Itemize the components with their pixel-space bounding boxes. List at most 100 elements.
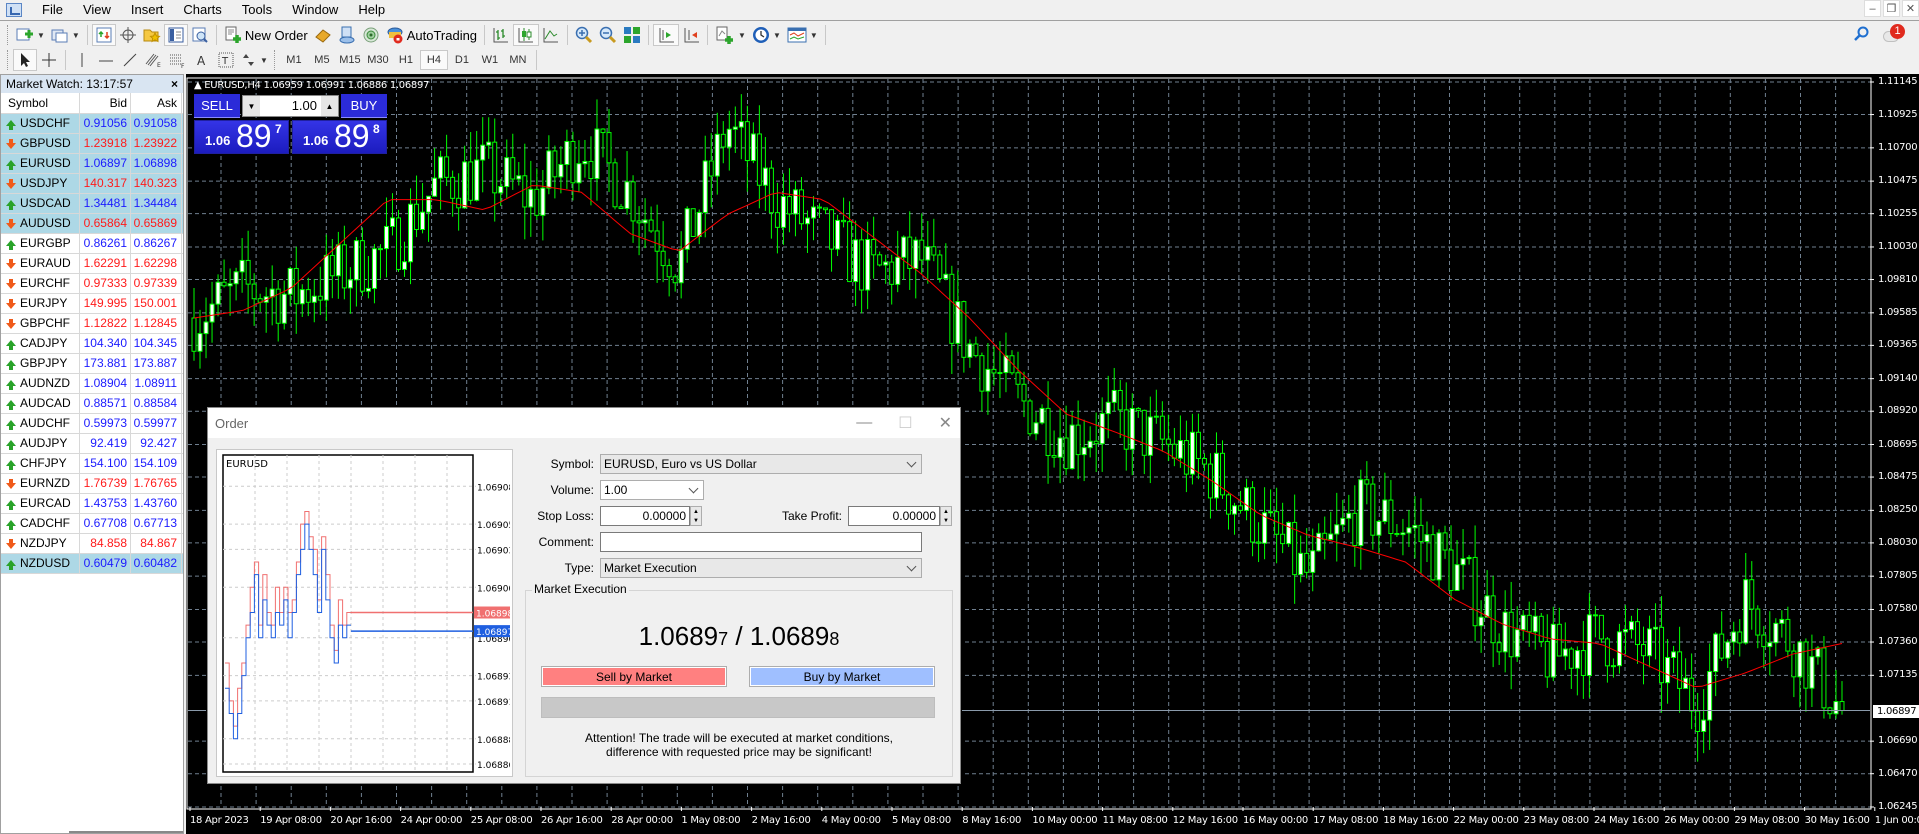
take-profit-input[interactable]: 0.00000	[848, 506, 940, 526]
sell-by-market-button[interactable]: Sell by Market	[541, 666, 727, 687]
one-click-buy-button[interactable]: BUY	[341, 94, 387, 118]
market-watch-row[interactable]: EURCHF 0.97333 0.97339	[1, 274, 183, 294]
signals-button[interactable]	[359, 24, 383, 46]
periods-button[interactable]: ▼	[749, 24, 784, 46]
maximize-icon[interactable]: ☐	[898, 413, 912, 433]
fibonacci-button[interactable]: F	[166, 49, 190, 71]
column-ask[interactable]: Ask	[131, 93, 182, 113]
navigator-button[interactable]	[140, 24, 164, 46]
menu-tools[interactable]: Tools	[232, 0, 282, 20]
crosshair-button[interactable]	[37, 49, 61, 71]
equidistant-channel-button[interactable]: E	[142, 49, 166, 71]
menu-file[interactable]: File	[32, 0, 73, 20]
menu-window[interactable]: Window	[282, 0, 348, 20]
profiles-button[interactable]: ▼	[48, 24, 83, 46]
minimize-icon[interactable]: —	[856, 414, 872, 432]
order-type-select[interactable]: Market Execution	[600, 558, 922, 578]
take-profit-spinner[interactable]: ▲ ▼	[940, 506, 952, 526]
timeframe-m15[interactable]: M15	[336, 50, 364, 70]
timeframe-mn[interactable]: MN	[504, 50, 532, 70]
market-watch-row[interactable]: GBPUSD 1.23918 1.23922	[1, 134, 183, 154]
cursor-button[interactable]	[13, 49, 37, 71]
market-watch-row[interactable]: CHFJPY 154.100 154.109	[1, 454, 183, 474]
notifications-button[interactable]: 1	[1883, 24, 1905, 44]
chart-shift-button[interactable]	[679, 24, 703, 46]
market-watch-row[interactable]: EURUSD 1.06897 1.06898	[1, 154, 183, 174]
menu-help[interactable]: Help	[348, 0, 395, 20]
one-click-buy-price[interactable]: 1.06 89 8	[292, 118, 387, 154]
market-watch-row[interactable]: EURAUD 1.62291 1.62298	[1, 254, 183, 274]
horizontal-line-button[interactable]	[94, 49, 118, 71]
autotrading-button[interactable]: AutoTrading	[383, 24, 480, 46]
one-click-sell-button[interactable]: SELL	[194, 94, 240, 118]
column-symbol[interactable]: Symbol	[1, 93, 80, 113]
zoom-out-button[interactable]	[596, 24, 620, 46]
vps-button[interactable]	[335, 24, 359, 46]
collapse-icon[interactable]: ▲	[194, 80, 204, 91]
market-watch-row[interactable]: AUDNZD 1.08904 1.08911	[1, 374, 183, 394]
tile-windows-button[interactable]	[620, 24, 644, 46]
terminal-button[interactable]	[163, 24, 188, 46]
market-watch-row[interactable]: EURCAD 1.43753 1.43760	[1, 494, 183, 514]
volume-decrease-button[interactable]: ▼	[243, 96, 260, 116]
vertical-line-button[interactable]	[70, 49, 94, 71]
timeframe-d1[interactable]: D1	[448, 50, 476, 70]
timeframe-w1[interactable]: W1	[476, 50, 504, 70]
menu-insert[interactable]: Insert	[121, 0, 174, 20]
close-icon[interactable]: ✕	[1902, 0, 1919, 17]
menu-charts[interactable]: Charts	[173, 0, 231, 20]
restore-icon[interactable]: ❐	[1883, 0, 1900, 17]
toolbar-grip[interactable]	[7, 50, 10, 70]
toolbar-grip[interactable]	[7, 25, 10, 45]
market-watch-row[interactable]: AUDJPY 92.419 92.427	[1, 434, 183, 454]
text-label-button[interactable]: T	[214, 49, 238, 71]
volume-increase-button[interactable]: ▲	[321, 96, 338, 116]
market-watch-row[interactable]: CADJPY 104.340 104.345	[1, 334, 183, 354]
column-bid[interactable]: Bid	[80, 93, 131, 113]
market-watch-row[interactable]: NZDUSD 0.60479 0.60482	[1, 554, 183, 574]
market-watch-row[interactable]: AUDCHF 0.59973 0.59977	[1, 414, 183, 434]
market-watch-row[interactable]: USDJPY 140.317 140.323	[1, 174, 183, 194]
market-watch-row[interactable]: GBPJPY 173.881 173.887	[1, 354, 183, 374]
volume-select[interactable]: 1.00	[600, 480, 704, 500]
line-chart-button[interactable]	[539, 24, 563, 46]
market-watch-row[interactable]: EURJPY 149.995 150.001	[1, 294, 183, 314]
comment-input[interactable]	[600, 532, 922, 552]
market-watch-button[interactable]	[91, 24, 116, 46]
timeframe-h1[interactable]: H1	[392, 50, 420, 70]
stop-loss-spinner[interactable]: ▲ ▼	[690, 506, 702, 526]
market-watch-row[interactable]: NZDJPY 84.858 84.867	[1, 534, 183, 554]
indicators-button[interactable]: ▼	[712, 24, 749, 46]
close-icon[interactable]: ✕	[939, 413, 952, 433]
volume-input[interactable]: 1.00	[260, 96, 321, 116]
templates-button[interactable]: ▼	[784, 24, 821, 46]
buy-by-market-button[interactable]: Buy by Market	[749, 666, 935, 687]
minimize-icon[interactable]: –	[1864, 0, 1881, 17]
new-chart-button[interactable]: ▼	[13, 24, 48, 46]
market-watch-row[interactable]: CADCHF 0.67708 0.67713	[1, 514, 183, 534]
market-watch-row[interactable]: EURNZD 1.76739 1.76765	[1, 474, 183, 494]
strategy-tester-button[interactable]	[188, 24, 212, 46]
horizontal-scrollbar[interactable]	[69, 831, 183, 833]
market-watch-row[interactable]: USDCAD 1.34481 1.34484	[1, 194, 183, 214]
trendline-button[interactable]	[118, 49, 142, 71]
close-icon[interactable]: ×	[171, 77, 178, 91]
candlestick-chart-button[interactable]	[513, 24, 540, 46]
zoom-in-button[interactable]	[572, 24, 596, 46]
order-dialog-titlebar[interactable]: Order — ☐ ✕	[208, 408, 960, 438]
market-watch-row[interactable]: AUDUSD 0.65864 0.65869	[1, 214, 183, 234]
metaeditor-button[interactable]	[311, 24, 335, 46]
market-watch-row[interactable]: USDCHF 0.91056 0.91058	[1, 114, 183, 134]
auto-scroll-button[interactable]	[653, 24, 680, 46]
menu-view[interactable]: View	[73, 0, 121, 20]
timeframe-h4[interactable]: H4	[419, 50, 448, 70]
search-icon[interactable]	[1853, 26, 1869, 42]
text-button[interactable]: A	[190, 49, 214, 71]
timeframe-m1[interactable]: M1	[280, 50, 308, 70]
market-watch-row[interactable]: EURGBP 0.86261 0.86267	[1, 234, 183, 254]
market-watch-row[interactable]: AUDCAD 0.88571 0.88584	[1, 394, 183, 414]
one-click-sell-price[interactable]: 1.06 89 7	[194, 118, 289, 154]
toolbar-grip[interactable]	[273, 50, 277, 70]
arrows-button[interactable]: ▼	[238, 49, 271, 71]
symbol-select[interactable]: EURUSD, Euro vs US Dollar	[600, 454, 922, 474]
